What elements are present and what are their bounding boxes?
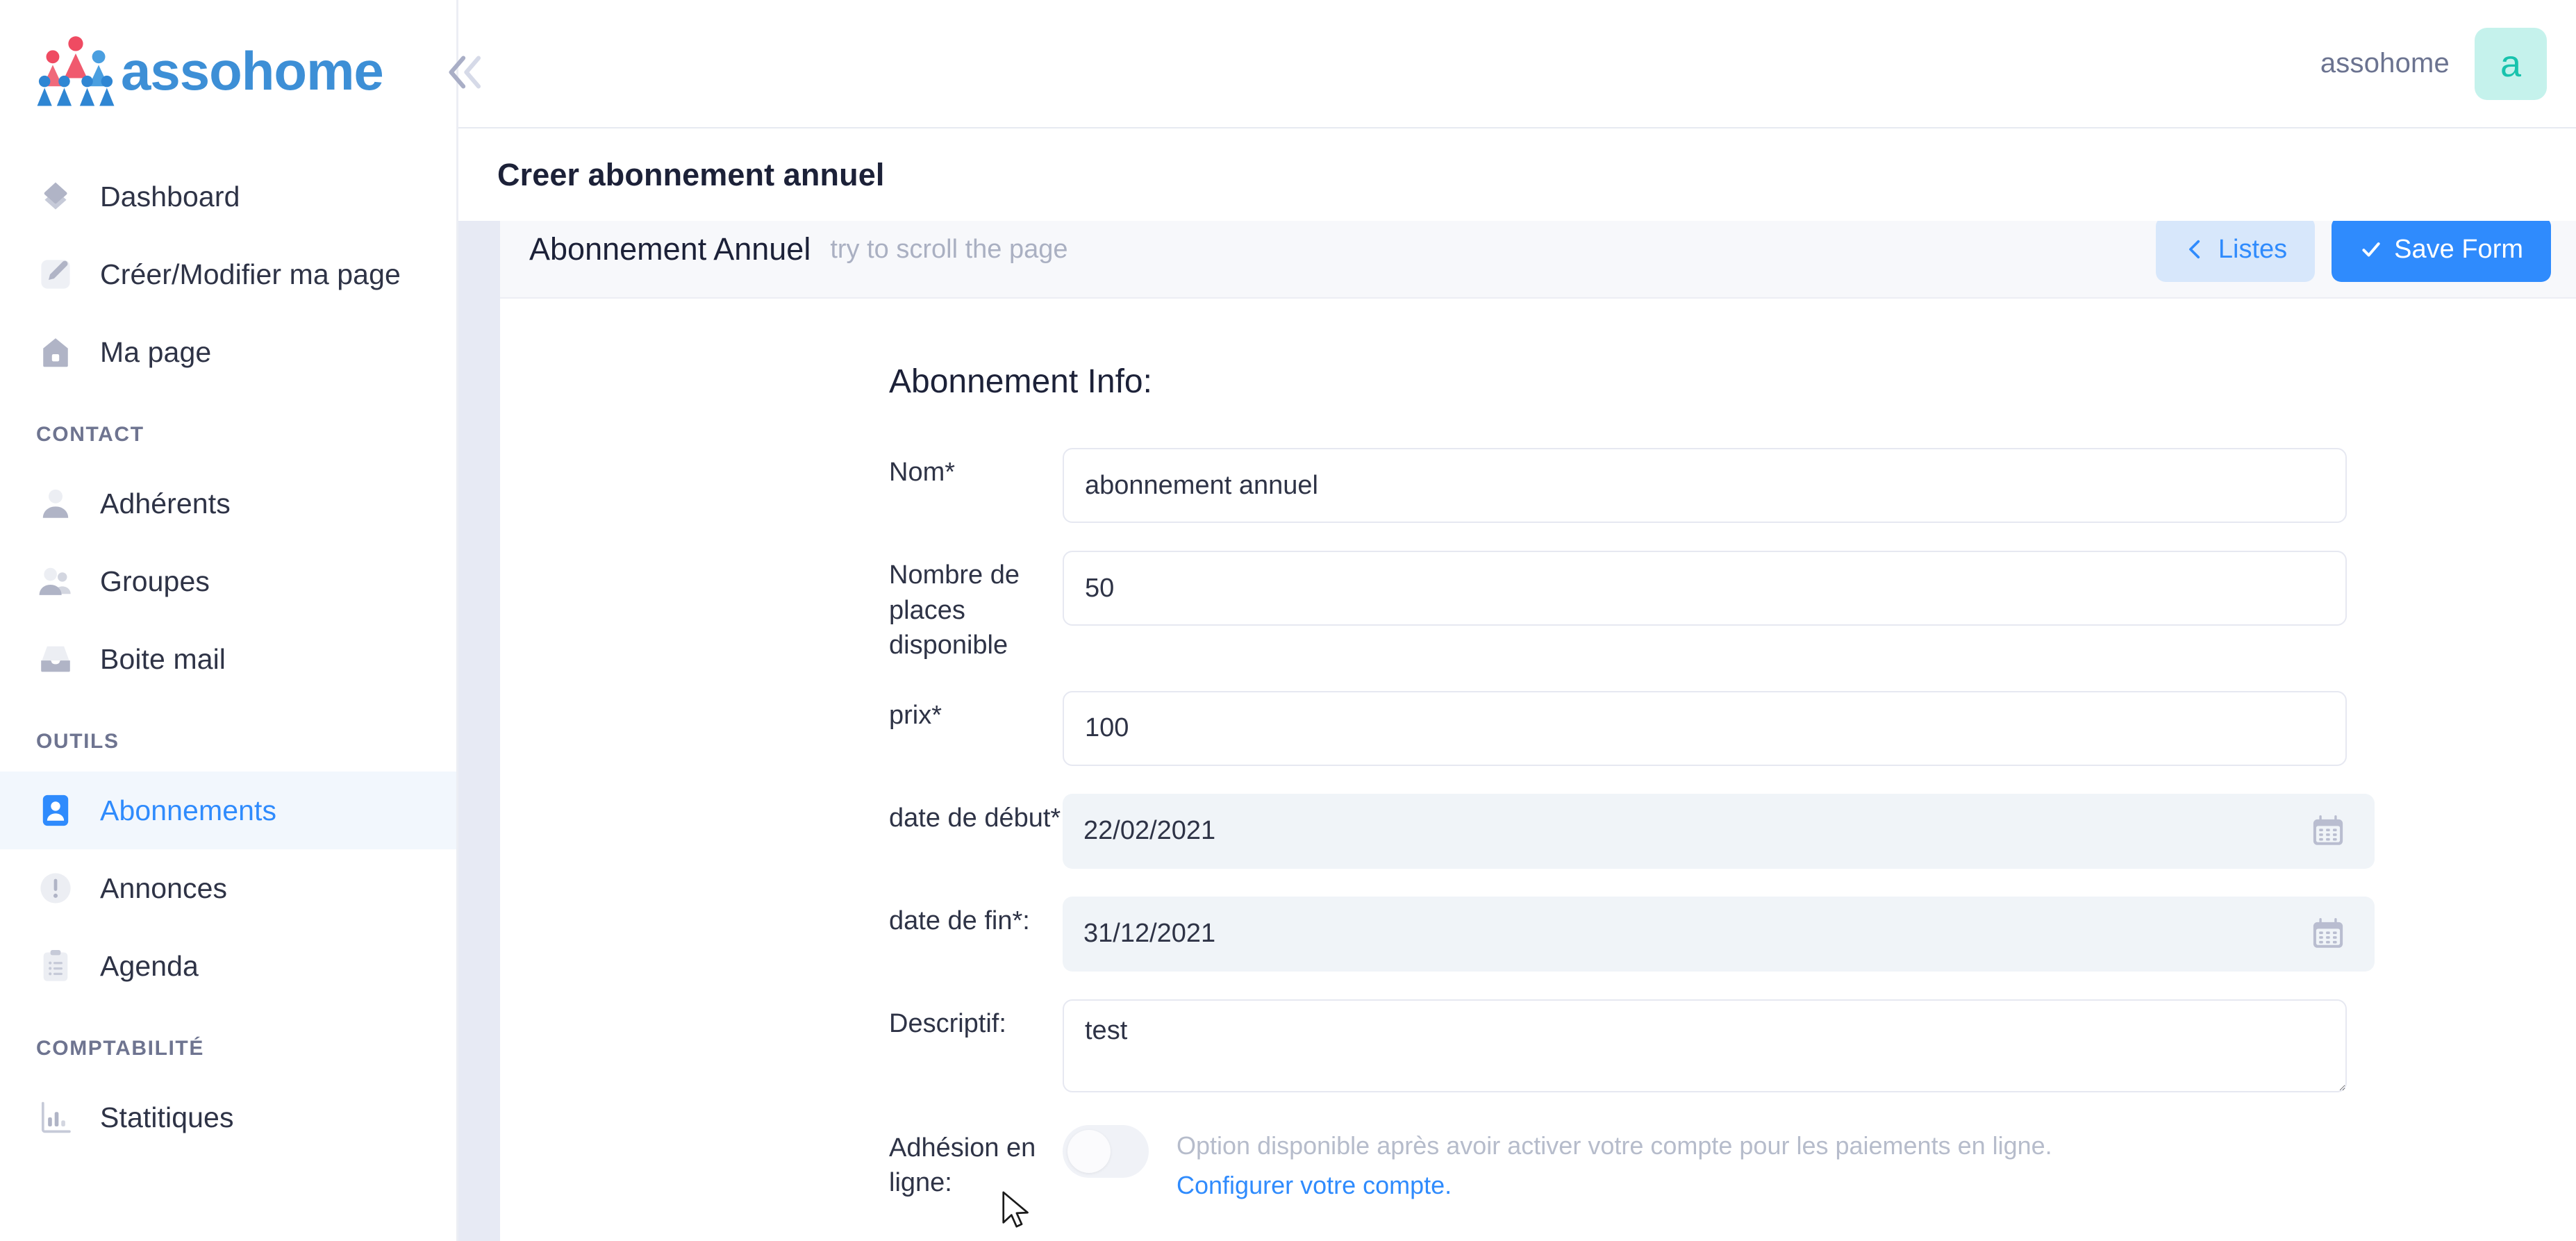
double-chevron-left-icon xyxy=(449,56,481,89)
field-label-date-debut: date de début* xyxy=(889,803,1061,833)
brand-name: assohome xyxy=(121,40,384,101)
nom-input[interactable] xyxy=(1063,448,2347,523)
field-control-date-fin xyxy=(1063,896,2576,972)
sidebar-item-label: Boite mail xyxy=(100,642,226,675)
field-row-date-fin: date de fin*: xyxy=(500,896,2576,972)
sidebar-item-boite-mail[interactable]: Boite mail xyxy=(0,620,456,698)
prix-input[interactable] xyxy=(1063,690,2347,766)
sidebar-item-label: Adhérents xyxy=(100,487,231,519)
sidebar-group-outils: OUTILS xyxy=(36,730,119,753)
brand-logo: assohome xyxy=(35,31,384,113)
field-row-nombre-places: Nombre de places disponible xyxy=(500,551,2576,663)
field-control-prix xyxy=(1063,690,2576,766)
field-row-adhesion-en-ligne: Adhésion en ligne: Option disponible apr… xyxy=(500,1124,2576,1201)
listes-button[interactable]: Listes xyxy=(2155,217,2316,282)
sidebar-item-label: Ma page xyxy=(100,335,212,368)
sidebar-item-annonces[interactable]: Annonces xyxy=(0,849,456,927)
user-icon xyxy=(36,484,75,523)
descriptif-textarea[interactable]: test xyxy=(1063,999,2347,1092)
field-label-date-fin: date de fin*: xyxy=(889,906,1030,935)
adhesion-helper-block: Option disponible après avoir activer vo… xyxy=(1177,1124,2052,1200)
sidebar-item-label: Abonnements xyxy=(100,794,277,826)
field-control-nombre-places xyxy=(1063,551,2576,663)
field-control-descriptif: test xyxy=(1063,999,2576,1096)
page-title: Creer abonnement annuel xyxy=(497,156,885,192)
sidebar-item-dashboard[interactable]: Dashboard xyxy=(0,158,456,235)
sidebar: assohome Dashboard Créer/Modifier ma pag… xyxy=(0,0,458,1241)
field-control-adhesion-en-ligne: Option disponible après avoir activer vo… xyxy=(1063,1124,2576,1200)
avatar[interactable]: a xyxy=(2475,27,2547,100)
edit-pencil-square-icon xyxy=(36,255,75,294)
contact-card-icon xyxy=(36,791,75,830)
field-control-nom xyxy=(1063,448,2576,523)
page-heading-bar: Creer abonnement annuel xyxy=(458,128,2576,221)
users-group-icon xyxy=(36,562,75,601)
brand-header[interactable]: assohome xyxy=(0,0,456,142)
field-label-descriptif: Descriptif: xyxy=(889,1008,1006,1038)
sidebar-item-ma-page[interactable]: Ma page xyxy=(0,313,456,391)
clipboard-list-icon xyxy=(36,947,75,985)
field-control-date-debut xyxy=(1063,793,2576,869)
field-label-nom: Nom* xyxy=(889,458,956,487)
inbox-tray-icon xyxy=(36,640,75,678)
sidebar-item-statitiques[interactable]: Statitiques xyxy=(0,1078,456,1156)
sidebar-item-adherents[interactable]: Adhérents xyxy=(0,465,456,542)
card-title: Abonnement Annuel xyxy=(529,231,811,267)
date-debut-wrapper xyxy=(1063,793,2375,869)
sidebar-item-label: Agenda xyxy=(100,949,199,982)
sidebar-group-comptabilite: COMPTABILITÉ xyxy=(36,1037,204,1060)
sidebar-item-label: Dashboard xyxy=(100,180,240,213)
avatar-initial: a xyxy=(2500,42,2522,85)
assohome-people-logo-icon xyxy=(37,35,115,106)
exclamation-circle-icon xyxy=(36,869,75,908)
field-label-nombre-places: Nombre de places disponible xyxy=(889,560,1020,660)
sidebar-item-abonnements[interactable]: Abonnements xyxy=(0,772,456,849)
date-debut-input[interactable] xyxy=(1063,793,2375,869)
field-row-descriptif: Descriptif: test xyxy=(500,999,2576,1096)
sidebar-item-groupes[interactable]: Groupes xyxy=(0,542,456,620)
topbar: assohome a xyxy=(458,0,2576,128)
adhesion-en-ligne-toggle[interactable] xyxy=(1063,1124,1149,1178)
diamond-layers-icon xyxy=(36,177,75,216)
card-subtitle: try to scroll the page xyxy=(830,234,1068,264)
date-fin-input[interactable] xyxy=(1063,896,2375,972)
field-label-prix: prix* xyxy=(889,700,942,730)
configurer-votre-compte-link[interactable]: Configurer votre compte. xyxy=(1177,1171,1452,1200)
adhesion-toggle-group: Option disponible après avoir activer vo… xyxy=(1063,1124,2347,1200)
app-root: assohome Dashboard Créer/Modifier ma pag… xyxy=(0,0,2576,1241)
chevron-left-icon xyxy=(2188,240,2200,259)
check-icon xyxy=(2362,242,2380,257)
abonnement-form: Abonnement Info: Nom* Nombre de places d… xyxy=(500,299,2576,1241)
field-row-nom: Nom* xyxy=(500,448,2576,523)
field-label-adhesion-en-ligne: Adhésion en ligne: xyxy=(889,1133,1036,1198)
account-name: assohome xyxy=(2320,48,2450,78)
sidebar-group-contact: CONTACT xyxy=(36,423,144,446)
abonnement-card: Abonnement Annuel try to scroll the page… xyxy=(500,201,2576,1241)
sidebar-collapse-button[interactable] xyxy=(436,43,495,101)
home-icon xyxy=(36,333,75,372)
date-fin-wrapper xyxy=(1063,896,2375,972)
adhesion-helper-text: Option disponible après avoir activer vo… xyxy=(1177,1131,2052,1160)
sidebar-item-label: Groupes xyxy=(100,565,210,597)
section-title: Abonnement Info: xyxy=(889,363,1152,400)
sidebar-item-label: Créer/Modifier ma page xyxy=(100,258,401,290)
toggle-knob xyxy=(1067,1129,1111,1173)
sidebar-item-agenda[interactable]: Agenda xyxy=(0,927,456,1005)
nombre-places-input[interactable] xyxy=(1063,551,2347,626)
save-form-button[interactable]: Save Form xyxy=(2332,217,2551,282)
sidebar-item-creer-modifier-ma-page[interactable]: Créer/Modifier ma page xyxy=(0,235,456,313)
sidebar-item-label: Annonces xyxy=(100,872,228,904)
field-row-prix: prix* xyxy=(500,690,2576,766)
field-row-date-debut: date de début* xyxy=(500,793,2576,869)
listes-button-label: Listes xyxy=(2218,234,2288,264)
bar-chart-icon xyxy=(36,1098,75,1137)
sidebar-nav: Dashboard Créer/Modifier ma page Ma page… xyxy=(0,142,456,1156)
toolbar-actions: Listes Save Form xyxy=(2155,217,2551,282)
main-content: Abonnement Annuel try to scroll the page… xyxy=(458,128,2576,1241)
sidebar-item-label: Statitiques xyxy=(100,1101,234,1133)
save-form-button-label: Save Form xyxy=(2394,234,2523,264)
